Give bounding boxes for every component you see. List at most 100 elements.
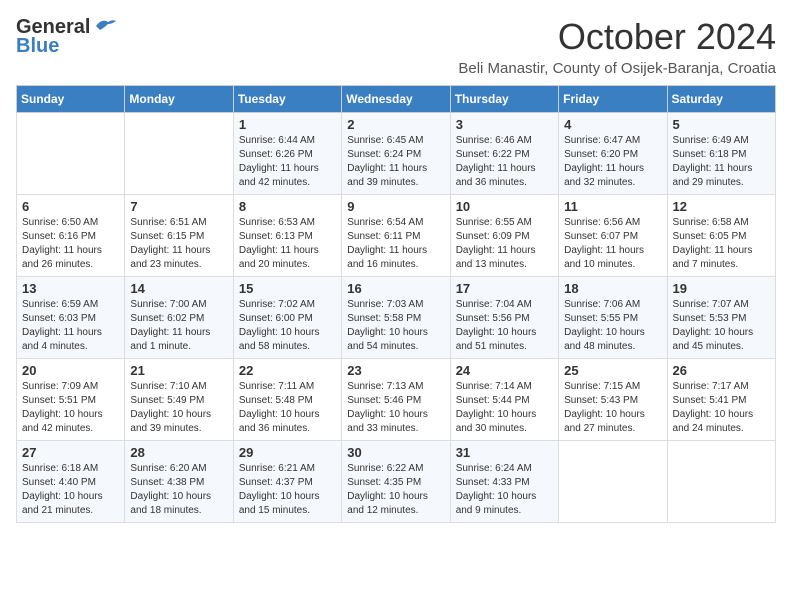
calendar-cell: 30Sunrise: 6:22 AM Sunset: 4:35 PM Dayli… — [342, 441, 450, 523]
calendar-cell: 12 Sunrise: 6:58 AM Sunset: 6:05 PM Dayli… — [667, 195, 775, 277]
calendar-cell: 28 Sunrise: 6:20 AM Sunset: 4:38 PM Dayli… — [125, 441, 233, 523]
location-title: Beli Manastir, County of Osijek-Baranja,… — [458, 60, 776, 77]
day-info: Sunrise: 6:45 AM Sunset: 6:24 PM Dayligh… — [347, 134, 444, 190]
logo: General Blue — [16, 16, 116, 58]
day-number: 20 — [22, 363, 119, 378]
calendar-cell: 15 Sunrise: 7:02 AM Sunset: 6:00 PM Dayli… — [233, 277, 341, 359]
day-info: Sunrise: 6:20 AM Sunset: 4:38 PM Dayligh… — [130, 462, 227, 518]
day-number: 21 — [130, 363, 227, 378]
day-number: 17 — [456, 281, 553, 296]
day-info: Sunrise: 7:06 AM Sunset: 5:55 PM Dayligh… — [564, 298, 661, 354]
day-number: 5 — [673, 117, 770, 132]
day-info: Sunrise: 7:15 AM Sunset: 5:43 PM Dayligh… — [564, 380, 661, 436]
day-number: 25 — [564, 363, 661, 378]
day-number: 7 — [130, 199, 227, 214]
day-info: Sunrise: 6:46 AM Sunset: 6:22 PM Dayligh… — [456, 134, 553, 190]
day-info: Sunrise: 7:13 AM Sunset: 5:46 PM Dayligh… — [347, 380, 444, 436]
day-info: Sunrise: 7:04 AM Sunset: 5:56 PM Dayligh… — [456, 298, 553, 354]
day-number: 28 — [130, 445, 227, 460]
calendar-cell: 18 Sunrise: 7:06 AM Sunset: 5:55 PM Dayli… — [559, 277, 667, 359]
day-info: Sunrise: 6:24 AM Sunset: 4:33 PM Dayligh… — [456, 462, 553, 518]
calendar-cell: 11Sunrise: 6:56 AM Sunset: 6:07 PM Dayli… — [559, 195, 667, 277]
calendar-cell: 19 Sunrise: 7:07 AM Sunset: 5:53 PM Dayli… — [667, 277, 775, 359]
day-number: 18 — [564, 281, 661, 296]
day-of-week-thursday: Thursday — [450, 86, 558, 113]
day-info: Sunrise: 6:54 AM Sunset: 6:11 PM Dayligh… — [347, 216, 444, 272]
day-number: 30 — [347, 445, 444, 460]
day-info: Sunrise: 7:07 AM Sunset: 5:53 PM Dayligh… — [673, 298, 770, 354]
calendar-cell — [559, 441, 667, 523]
calendar-cell: 20Sunrise: 7:09 AM Sunset: 5:51 PM Dayli… — [17, 359, 125, 441]
calendar-cell: 1 Sunrise: 6:44 AM Sunset: 6:26 PM Daylig… — [233, 113, 341, 195]
calendar-cell: 22 Sunrise: 7:11 AM Sunset: 5:48 PM Dayli… — [233, 359, 341, 441]
day-number: 24 — [456, 363, 553, 378]
day-number: 13 — [22, 281, 119, 296]
day-info: Sunrise: 6:44 AM Sunset: 6:26 PM Dayligh… — [239, 134, 336, 190]
day-info: Sunrise: 6:51 AM Sunset: 6:15 PM Dayligh… — [130, 216, 227, 272]
day-info: Sunrise: 6:59 AM Sunset: 6:03 PM Dayligh… — [22, 298, 119, 354]
calendar-cell: 31 Sunrise: 6:24 AM Sunset: 4:33 PM Dayli… — [450, 441, 558, 523]
calendar-cell: 24 Sunrise: 7:14 AM Sunset: 5:44 PM Dayli… — [450, 359, 558, 441]
page-header: General Blue October 2024 Beli Manastir,… — [16, 16, 776, 77]
day-number: 15 — [239, 281, 336, 296]
calendar-cell: 6 Sunrise: 6:50 AM Sunset: 6:16 PM Daylig… — [17, 195, 125, 277]
calendar-week-row: 20Sunrise: 7:09 AM Sunset: 5:51 PM Dayli… — [17, 359, 776, 441]
day-info: Sunrise: 6:53 AM Sunset: 6:13 PM Dayligh… — [239, 216, 336, 272]
calendar-cell — [667, 441, 775, 523]
day-number: 2 — [347, 117, 444, 132]
day-info: Sunrise: 6:18 AM Sunset: 4:40 PM Dayligh… — [22, 462, 119, 518]
calendar-cell — [17, 113, 125, 195]
day-info: Sunrise: 6:56 AM Sunset: 6:07 PM Dayligh… — [564, 216, 661, 272]
logo-bird-icon — [94, 18, 116, 34]
days-header-row: SundayMondayTuesdayWednesdayThursdayFrid… — [17, 86, 776, 113]
calendar-cell: 8Sunrise: 6:53 AM Sunset: 6:13 PM Daylig… — [233, 195, 341, 277]
day-number: 26 — [673, 363, 770, 378]
calendar-cell: 26Sunrise: 7:17 AM Sunset: 5:41 PM Dayli… — [667, 359, 775, 441]
logo-blue: Blue — [16, 35, 59, 58]
day-number: 23 — [347, 363, 444, 378]
calendar-cell: 7 Sunrise: 6:51 AM Sunset: 6:15 PM Daylig… — [125, 195, 233, 277]
day-info: Sunrise: 6:58 AM Sunset: 6:05 PM Dayligh… — [673, 216, 770, 272]
day-of-week-sunday: Sunday — [17, 86, 125, 113]
day-number: 1 — [239, 117, 336, 132]
day-number: 31 — [456, 445, 553, 460]
calendar-week-row: 27 Sunrise: 6:18 AM Sunset: 4:40 PM Dayli… — [17, 441, 776, 523]
day-info: Sunrise: 6:55 AM Sunset: 6:09 PM Dayligh… — [456, 216, 553, 272]
calendar-cell: 13 Sunrise: 6:59 AM Sunset: 6:03 PM Dayli… — [17, 277, 125, 359]
month-title: October 2024 — [458, 16, 776, 58]
calendar-cell: 10 Sunrise: 6:55 AM Sunset: 6:09 PM Dayli… — [450, 195, 558, 277]
day-info: Sunrise: 6:50 AM Sunset: 6:16 PM Dayligh… — [22, 216, 119, 272]
day-number: 16 — [347, 281, 444, 296]
calendar-cell — [125, 113, 233, 195]
day-number: 12 — [673, 199, 770, 214]
day-info: Sunrise: 7:03 AM Sunset: 5:58 PM Dayligh… — [347, 298, 444, 354]
day-number: 27 — [22, 445, 119, 460]
calendar-cell: 29Sunrise: 6:21 AM Sunset: 4:37 PM Dayli… — [233, 441, 341, 523]
day-number: 22 — [239, 363, 336, 378]
day-number: 29 — [239, 445, 336, 460]
day-number: 10 — [456, 199, 553, 214]
day-number: 14 — [130, 281, 227, 296]
day-of-week-friday: Friday — [559, 86, 667, 113]
day-info: Sunrise: 6:47 AM Sunset: 6:20 PM Dayligh… — [564, 134, 661, 190]
day-number: 3 — [456, 117, 553, 132]
calendar-cell: 17 Sunrise: 7:04 AM Sunset: 5:56 PM Dayli… — [450, 277, 558, 359]
day-info: Sunrise: 7:02 AM Sunset: 6:00 PM Dayligh… — [239, 298, 336, 354]
calendar-week-row: 13 Sunrise: 6:59 AM Sunset: 6:03 PM Dayli… — [17, 277, 776, 359]
day-info: Sunrise: 7:11 AM Sunset: 5:48 PM Dayligh… — [239, 380, 336, 436]
day-of-week-monday: Monday — [125, 86, 233, 113]
calendar-cell: 21 Sunrise: 7:10 AM Sunset: 5:49 PM Dayli… — [125, 359, 233, 441]
calendar-week-row: 6 Sunrise: 6:50 AM Sunset: 6:16 PM Daylig… — [17, 195, 776, 277]
calendar-cell: 9Sunrise: 6:54 AM Sunset: 6:11 PM Daylig… — [342, 195, 450, 277]
day-info: Sunrise: 7:10 AM Sunset: 5:49 PM Dayligh… — [130, 380, 227, 436]
calendar-cell: 23 Sunrise: 7:13 AM Sunset: 5:46 PM Dayli… — [342, 359, 450, 441]
day-number: 19 — [673, 281, 770, 296]
day-of-week-wednesday: Wednesday — [342, 86, 450, 113]
calendar-cell: 14Sunrise: 7:00 AM Sunset: 6:02 PM Dayli… — [125, 277, 233, 359]
calendar-cell: 16 Sunrise: 7:03 AM Sunset: 5:58 PM Dayli… — [342, 277, 450, 359]
calendar-cell: 27 Sunrise: 6:18 AM Sunset: 4:40 PM Dayli… — [17, 441, 125, 523]
day-number: 6 — [22, 199, 119, 214]
calendar-week-row: 1 Sunrise: 6:44 AM Sunset: 6:26 PM Daylig… — [17, 113, 776, 195]
day-info: Sunrise: 6:49 AM Sunset: 6:18 PM Dayligh… — [673, 134, 770, 190]
day-info: Sunrise: 7:14 AM Sunset: 5:44 PM Dayligh… — [456, 380, 553, 436]
